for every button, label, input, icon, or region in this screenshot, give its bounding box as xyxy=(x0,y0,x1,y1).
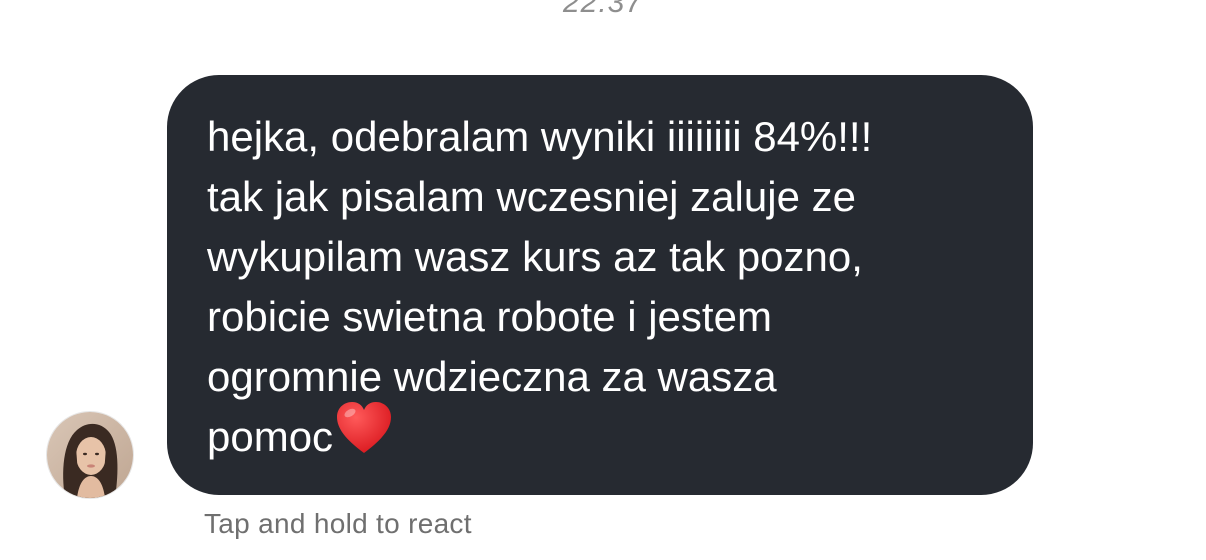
message-line: wykupilam wasz kurs az tak pozno, xyxy=(207,233,863,280)
sender-avatar[interactable] xyxy=(46,411,134,499)
tap-hold-react-hint: Tap and hold to react xyxy=(204,508,472,539)
message-row: hejka, odebralam wyniki iiiiiiii 84%!!! … xyxy=(0,0,1206,560)
message-line: tak jak pisalam wczesniej zaluje ze xyxy=(207,173,856,220)
message-bubble[interactable]: hejka, odebralam wyniki iiiiiiii 84%!!! … xyxy=(167,75,1033,495)
message-line: hejka, odebralam wyniki iiiiiiii 84%!!! xyxy=(207,113,873,160)
red-heart-icon xyxy=(335,401,393,471)
message-last-line: pomoc xyxy=(207,401,993,471)
message-line: pomoc xyxy=(207,413,334,460)
avatar-photo-icon xyxy=(47,412,133,498)
message-line: robicie swietna robote i jestem xyxy=(207,293,772,340)
message-line: ogromnie wdzieczna za wasza xyxy=(207,353,777,400)
